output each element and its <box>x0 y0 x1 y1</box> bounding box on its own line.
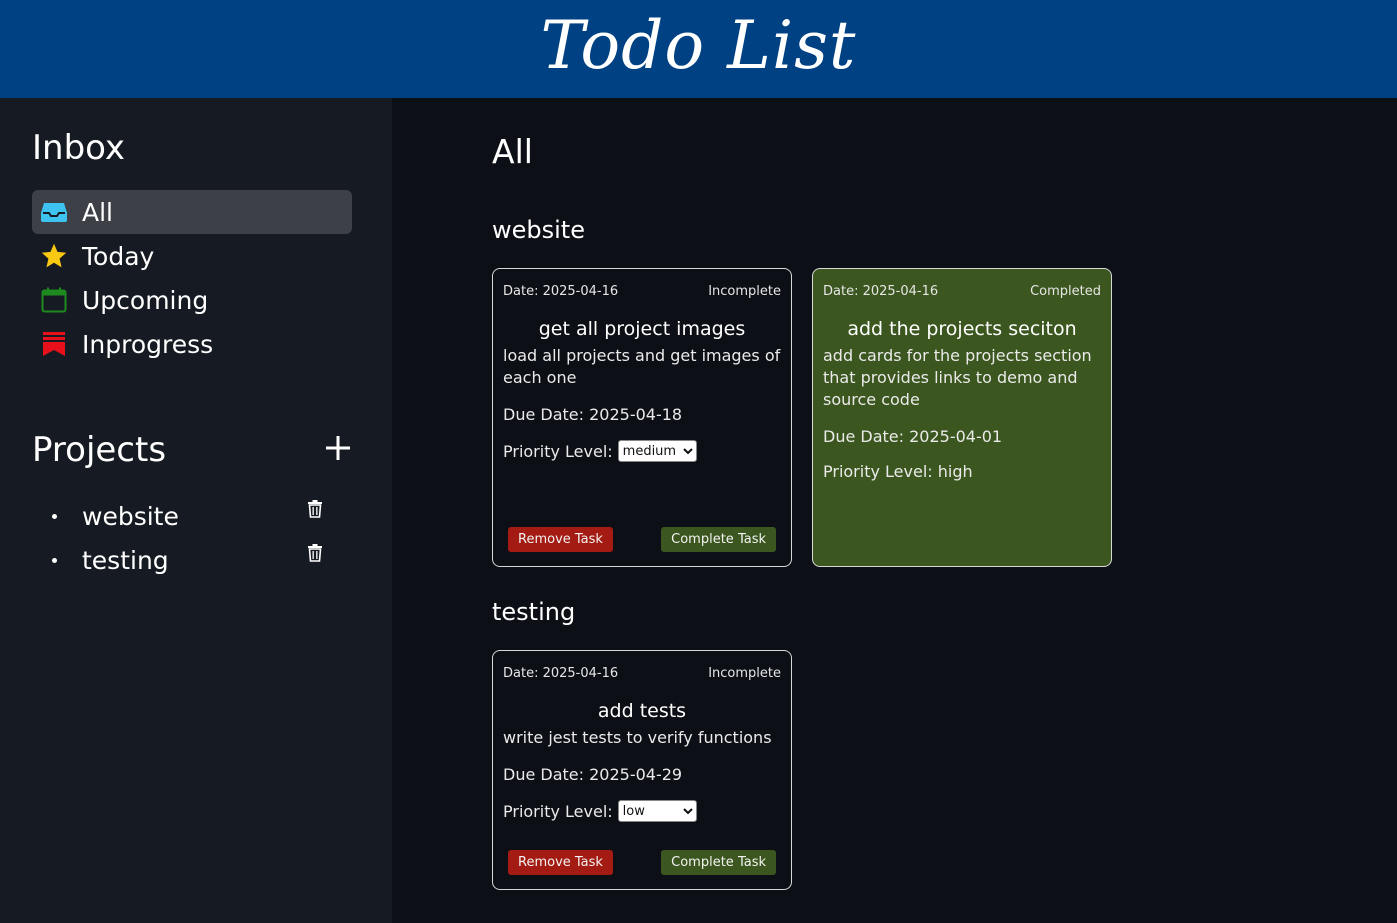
task-status: Incomplete <box>708 666 781 681</box>
trash-icon <box>308 544 322 562</box>
task-date: Date: 2025-04-16 <box>823 284 939 299</box>
task-description: add cards for the projects section that … <box>823 346 1092 409</box>
nav-item-label: Today <box>82 241 155 271</box>
task-priority: Priority Level: low <box>503 800 781 822</box>
task-card: Date: 2025-04-16 Incomplete add tests wr… <box>492 650 792 890</box>
task-status: Completed <box>1030 284 1101 299</box>
delete-project-website-button[interactable] <box>307 500 323 518</box>
task-description: write jest tests to verify functions <box>503 728 772 747</box>
task-date: Date: 2025-04-16 <box>503 666 619 681</box>
priority-label: Priority Level: <box>503 801 613 821</box>
task-meta: Date: 2025-04-16 Completed <box>823 284 1101 299</box>
nav-item-all[interactable]: All <box>32 190 352 234</box>
delete-project-testing-button[interactable] <box>307 544 323 562</box>
star-icon <box>40 242 68 270</box>
task-actions: Remove Task Complete Task <box>508 527 776 552</box>
bookmark-icon <box>40 330 68 358</box>
complete-task-button[interactable]: Complete Task <box>661 527 776 552</box>
priority-select[interactable]: low <box>617 800 697 822</box>
inbox-icon <box>40 198 68 226</box>
app-header: Todo List <box>0 0 1397 98</box>
task-description: load all projects and get images of each… <box>503 346 781 387</box>
task-status: Incomplete <box>708 284 781 299</box>
task-due-date: Due Date: 2025-04-29 <box>503 765 683 784</box>
task-priority: Priority Level: high <box>823 462 973 481</box>
priority-label: Priority Level: <box>503 441 613 461</box>
bullet <box>52 513 57 519</box>
add-project-button[interactable] <box>322 432 354 464</box>
task-meta: Date: 2025-04-16 Incomplete <box>503 666 781 681</box>
task-title: get all project images <box>538 318 746 340</box>
calendar-icon <box>40 286 68 314</box>
task-card-completed: Date: 2025-04-16 Completed add the proje… <box>812 268 1112 567</box>
bullet <box>52 557 57 563</box>
project-item-testing[interactable]: testing <box>32 540 332 580</box>
task-title: add the projects seciton <box>847 318 1077 340</box>
sidebar: Inbox All Today Upcoming Inprogress Proj… <box>0 98 392 923</box>
projects-heading: Projects <box>32 430 167 470</box>
nav-item-label: Upcoming <box>82 285 209 315</box>
priority-select[interactable]: medium <box>617 440 697 462</box>
task-due-date: Due Date: 2025-04-18 <box>503 405 683 424</box>
task-title: add tests <box>597 700 687 722</box>
remove-task-button[interactable]: Remove Task <box>508 850 613 875</box>
task-card: Date: 2025-04-16 Incomplete get all proj… <box>492 268 792 567</box>
nav-item-upcoming[interactable]: Upcoming <box>32 278 352 322</box>
task-meta: Date: 2025-04-16 Incomplete <box>503 284 781 299</box>
page-title: All <box>492 132 533 171</box>
section-title-testing: testing <box>492 598 576 626</box>
plus-icon <box>326 436 350 460</box>
nav-item-label: All <box>82 197 113 227</box>
project-label: website <box>82 501 179 531</box>
project-item-website[interactable]: website <box>32 496 332 536</box>
project-label: testing <box>82 545 169 575</box>
task-actions: Remove Task Complete Task <box>508 850 776 875</box>
complete-task-button[interactable]: Complete Task <box>661 850 776 875</box>
trash-icon <box>308 500 322 518</box>
task-priority: Priority Level: medium <box>503 440 781 462</box>
task-date: Date: 2025-04-16 <box>503 284 619 299</box>
app-title: Todo List <box>540 6 857 84</box>
inbox-heading: Inbox <box>32 128 126 168</box>
section-title-website: website <box>492 216 585 244</box>
nav-item-today[interactable]: Today <box>32 234 352 278</box>
remove-task-button[interactable]: Remove Task <box>508 527 613 552</box>
task-due-date: Due Date: 2025-04-01 <box>823 427 1003 446</box>
nav-item-inprogress[interactable]: Inprogress <box>32 322 352 366</box>
nav-item-label: Inprogress <box>82 329 214 359</box>
